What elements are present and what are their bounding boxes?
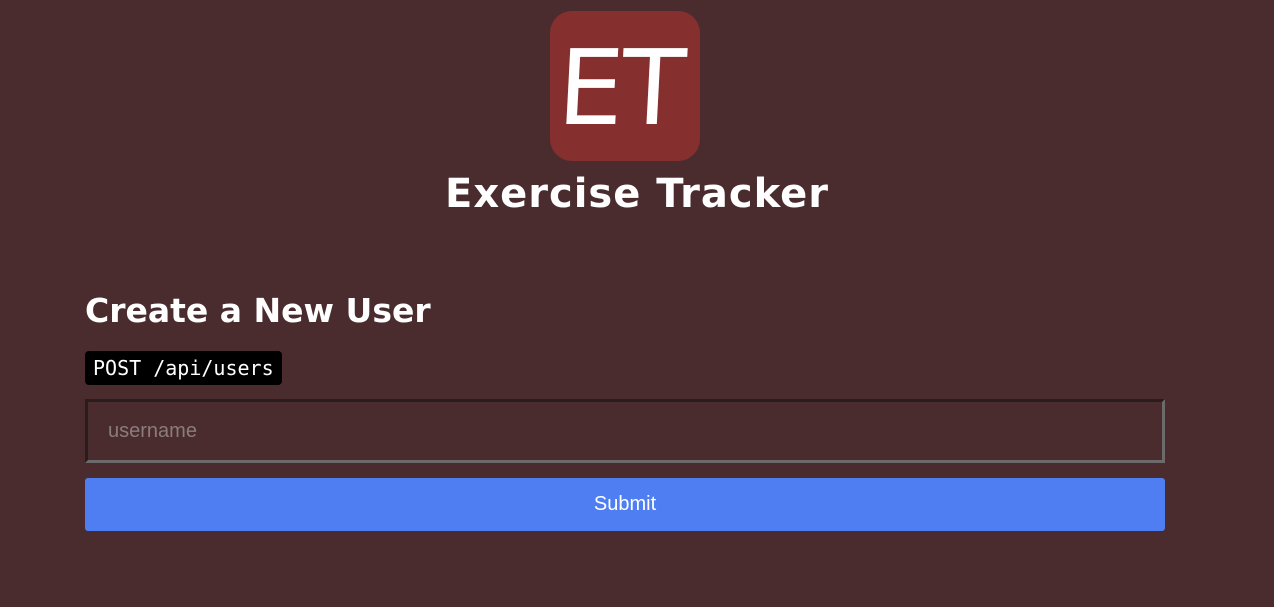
- username-input[interactable]: [85, 399, 1165, 463]
- app-title: Exercise Tracker: [445, 171, 829, 217]
- submit-button[interactable]: Submit: [85, 478, 1165, 531]
- section-title: Create a New User: [85, 291, 431, 330]
- endpoint-code: POST /api/users: [85, 351, 282, 385]
- app-logo: ET: [550, 11, 700, 161]
- create-user-form: Create a New User POST /api/users Submit: [85, 288, 1165, 531]
- logo-text: ET: [555, 27, 687, 149]
